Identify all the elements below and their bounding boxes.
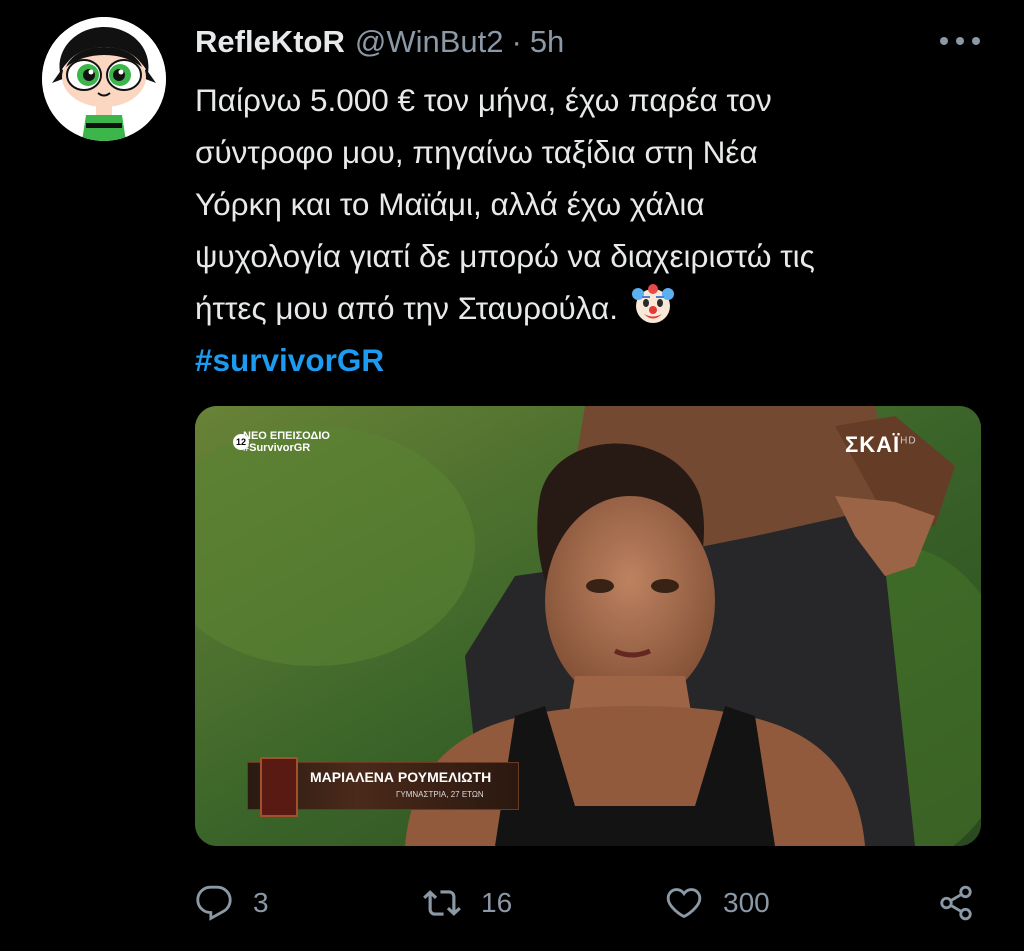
- tweet-text-line: σύντροφο μου, πηγαίνω ταξίδια στη Νέα: [195, 134, 758, 170]
- tweet-text-line-with-emoji: ήττες μου από την Σταυρούλα.: [195, 282, 995, 334]
- lower-third-subtitle: ΓΥΜΝΑΣΤΡΙΑ, 27 ΕΤΩΝ: [396, 790, 484, 799]
- tweet[interactable]: RefleKtoR @WinBut2 · 5h Παίρνω 5.000 € τ…: [0, 0, 1024, 951]
- clown-face-emoji-icon: [631, 284, 674, 323]
- channel-logo-hd: HD: [900, 435, 917, 447]
- action-bar: 3 16 300: [195, 876, 985, 930]
- tweet-text-line: ψυχολογία γιατί δε μπορώ να διαχειριστώ …: [195, 238, 815, 274]
- channel-logo: ΣΚΑΪHD: [845, 432, 917, 458]
- episode-label: ΝΕΟ ΕΠΕΙΣΟΔΙΟ: [243, 430, 330, 442]
- avatar[interactable]: [42, 17, 166, 141]
- show-emblem-icon: [260, 757, 298, 817]
- tweet-header: RefleKtoR @WinBut2 · 5h: [195, 20, 564, 64]
- episode-overlay: 12 ΝΕΟ ΕΠΕΙΣΟΔΙΟ #SurvivorGR: [233, 430, 330, 454]
- tweet-timestamp[interactable]: 5h: [530, 24, 564, 60]
- separator-dot: ·: [511, 24, 522, 59]
- reply-count: 3: [253, 887, 269, 918]
- rating-badge: 12: [233, 434, 249, 450]
- more-dot: [972, 37, 980, 45]
- tweet-text: Παίρνω 5.000 € τον μήνα, έχω παρέα τον σ…: [195, 74, 995, 386]
- share-button[interactable]: [937, 876, 975, 930]
- channel-logo-text: ΣΚΑΪ: [845, 432, 901, 457]
- author-handle[interactable]: @WinBut2: [355, 24, 504, 60]
- share-icon: [940, 885, 972, 921]
- buttercup-avatar-icon: [42, 17, 166, 141]
- tweet-text-line: Υόρκη και το Μαϊάμι, αλλά έχω χάλια: [195, 186, 705, 222]
- tweet-media-image[interactable]: 12 ΝΕΟ ΕΠΕΙΣΟΔΙΟ #SurvivorGR ΣΚΑΪHD ΜΑΡΙ…: [195, 406, 981, 846]
- retweet-icon: [423, 890, 461, 916]
- tweet-text-line: ήττες μου από την Σταυρούλα.: [195, 290, 619, 326]
- retweet-count: 16: [481, 887, 513, 918]
- lower-third-caption: ΜΑΡΙΑΛΕΝΑ ΡΟΥΜΕΛΙΩΤΗ ΓΥΜΝΑΣΤΡΙΑ, 27 ΕΤΩΝ: [247, 757, 519, 817]
- more-options-icon[interactable]: [940, 26, 980, 56]
- like-button[interactable]: 300: [665, 876, 770, 930]
- lower-third-name: ΜΑΡΙΑΛΕΝΑ ΡΟΥΜΕΛΙΩΤΗ: [310, 769, 492, 785]
- reply-icon: [196, 885, 232, 921]
- episode-hashtag: #SurvivorGR: [243, 442, 311, 454]
- retweet-button[interactable]: 16: [423, 876, 512, 930]
- more-dot: [940, 37, 948, 45]
- reply-button[interactable]: 3: [195, 876, 269, 930]
- author-display-name[interactable]: RefleKtoR: [195, 24, 345, 60]
- hashtag-link[interactable]: #survivorGR: [195, 334, 995, 386]
- heart-icon: [666, 888, 702, 919]
- tweet-text-line: Παίρνω 5.000 € τον μήνα, έχω παρέα τον: [195, 82, 772, 118]
- more-dot: [956, 37, 964, 45]
- like-count: 300: [723, 887, 770, 918]
